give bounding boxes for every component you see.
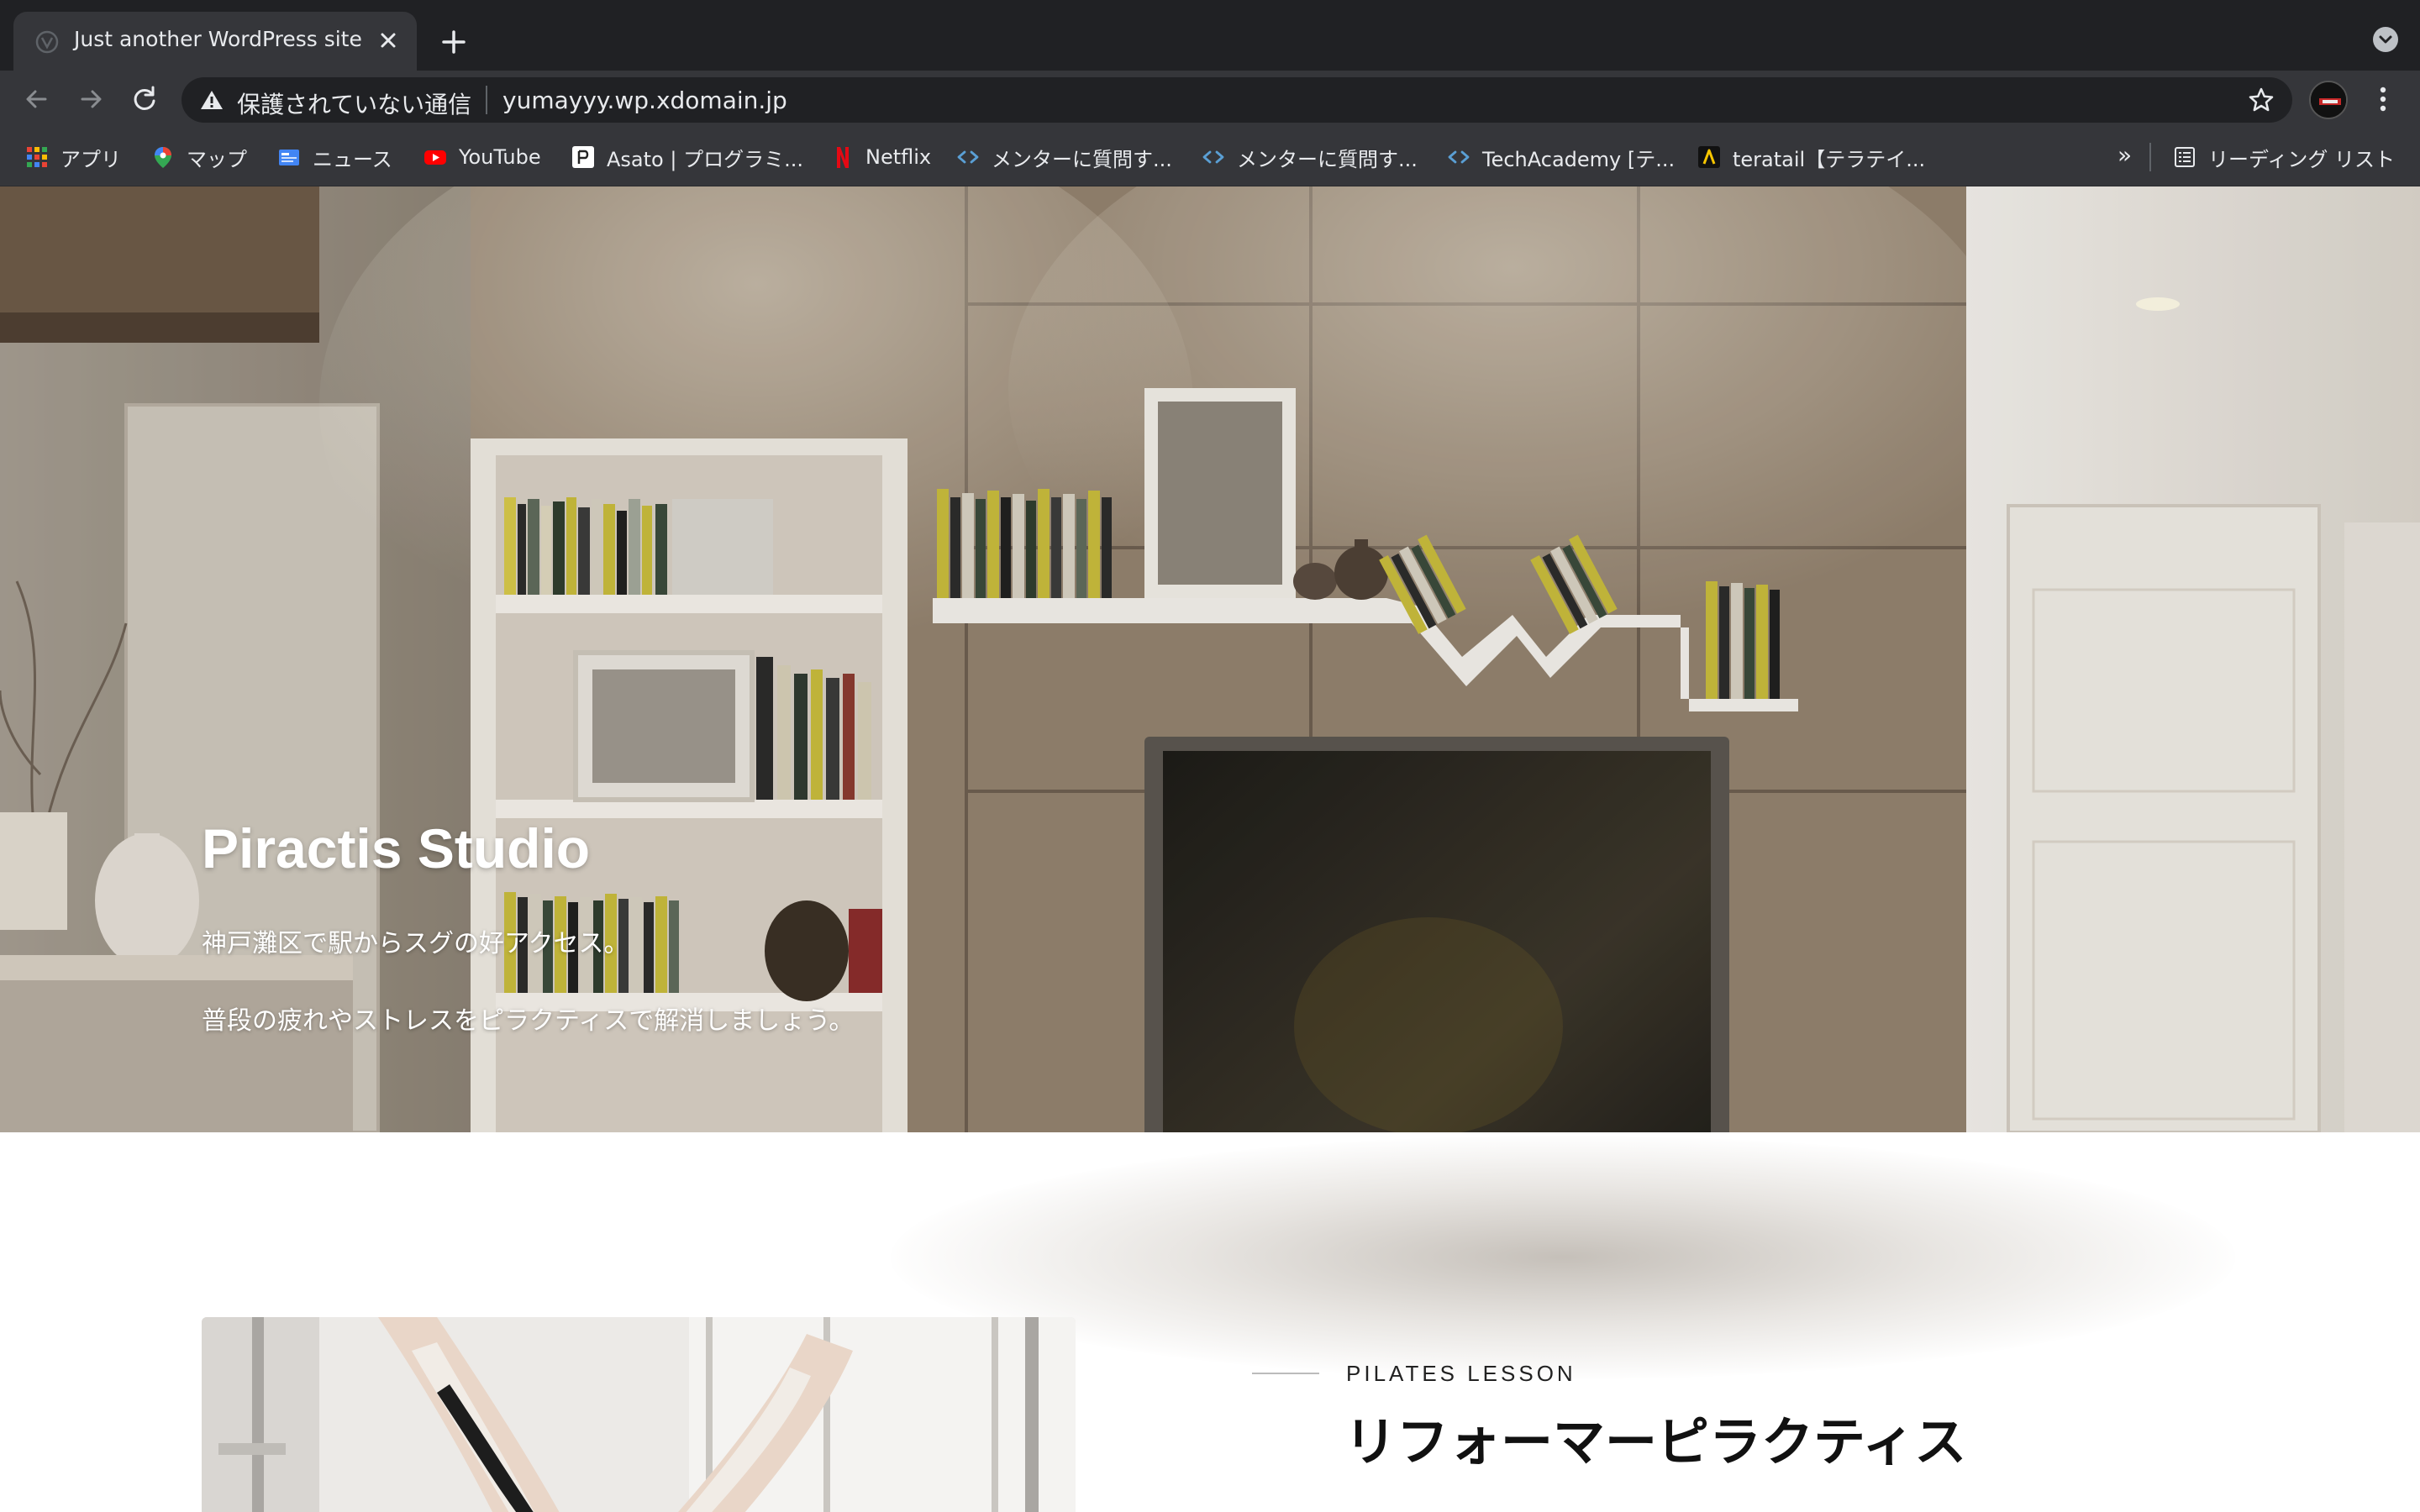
security-status-text[interactable]: 保護されていない通信 — [237, 87, 471, 120]
browser-toolbar: 保護されていない通信 yumayyy.wp.xdomain.jp — [0, 71, 2420, 128]
reading-list-button[interactable]: リーディング リスト — [2173, 141, 2395, 173]
address-bar[interactable]: 保護されていない通信 yumayyy.wp.xdomain.jp — [182, 77, 2292, 123]
reading-list-label: リーディング リスト — [2208, 147, 2395, 171]
bookmark-mentor-2[interactable]: メンターに質問す... — [1202, 141, 1418, 173]
hero-subtitle-line-1: 神戸灘区で駅からスグの好アクセス。 — [202, 929, 629, 958]
code-icon — [1448, 150, 1470, 164]
tab-search-icon[interactable] — [2373, 27, 2398, 52]
forward-arrow-icon[interactable] — [74, 82, 108, 116]
new-tab-icon[interactable] — [437, 25, 471, 59]
maps-pin-icon — [155, 147, 171, 168]
apps-grid-icon — [27, 147, 47, 167]
pilates-photo-image — [202, 1317, 1076, 1512]
back-arrow-icon[interactable] — [20, 82, 54, 116]
close-tab-icon[interactable] — [373, 25, 403, 55]
url-separator — [486, 86, 487, 114]
profile-avatar[interactable] — [2309, 81, 2348, 119]
bookmark-maps[interactable]: マップ — [151, 141, 247, 173]
more-bookmarks-chevron[interactable]: » — [2118, 141, 2132, 169]
not-secure-warning-icon[interactable] — [200, 89, 224, 111]
bookmark-label: TechAcademy [テ... — [1482, 147, 1676, 171]
bookmark-label: teratail【テラテイ... — [1733, 147, 1926, 171]
code-icon — [957, 150, 979, 164]
site-favicon-icon — [35, 30, 59, 54]
browser-tab[interactable]: Just another WordPress site — [13, 12, 417, 71]
bookmark-asato[interactable]: Asato | プログラミ... — [571, 141, 803, 173]
bookmark-label: メンターに質問す... — [1237, 147, 1418, 171]
reload-icon[interactable] — [128, 82, 161, 116]
bookmark-netflix[interactable]: Netflix — [830, 141, 931, 173]
bookmark-techacademy[interactable]: TechAcademy [テ... — [1447, 141, 1675, 173]
youtube-icon — [424, 150, 446, 165]
bookmark-label: YouTube — [459, 145, 541, 169]
more-menu-icon[interactable] — [2371, 82, 2395, 116]
teratail-icon — [1698, 146, 1720, 168]
hero-subtitle-line-2: 普段の疲れやストレスをピラクティスで解消しましょう。 — [202, 1006, 855, 1036]
bookmark-news[interactable]: ニュース — [277, 141, 392, 173]
tab-strip: Just another WordPress site — [0, 0, 2420, 71]
decorative-blur-shape — [891, 1136, 2235, 1379]
news-icon — [279, 150, 299, 165]
reading-list-icon — [2175, 147, 2195, 167]
bookmark-mentor-1[interactable]: メンターに質問す... — [956, 141, 1172, 173]
url-text[interactable]: yumayyy.wp.xdomain.jp — [502, 87, 787, 114]
bookmark-label: メンターに質問す... — [992, 147, 1172, 171]
lesson-photo — [202, 1317, 1076, 1512]
code-icon — [1202, 150, 1224, 164]
hero-title: Piractis Studio — [202, 817, 591, 879]
bookmark-label: マップ — [187, 147, 247, 171]
hero-section: Piractis Studio 神戸灘区で駅からスグの好アクセス。 普段の疲れや… — [0, 186, 2420, 1132]
tab-title: Just another WordPress site — [74, 27, 362, 51]
bookmark-star-icon[interactable] — [2247, 86, 2275, 114]
web-page: Piractis Studio 神戸灘区で駅からスグの好アクセス。 普段の疲れや… — [0, 186, 2420, 1512]
asato-icon — [572, 146, 594, 168]
hero-background-image — [0, 186, 2420, 1132]
bookmark-label: ニュース — [313, 147, 392, 171]
bookmark-label: Asato | プログラミ... — [607, 147, 803, 171]
bookmark-label: Netflix — [865, 145, 932, 169]
netflix-icon — [837, 147, 849, 168]
bookmarks-bar: アプリ マップ ニュース YouTube Asato | プログラミ... Ne… — [0, 128, 2420, 186]
bookmark-youtube[interactable]: YouTube — [424, 141, 541, 173]
bookmark-teratail[interactable]: teratail【テラテイ... — [1697, 141, 1925, 173]
bookmarks-divider — [2149, 143, 2151, 171]
bookmark-apps[interactable]: アプリ — [25, 141, 121, 173]
lesson-category-label: PILATES LESSON — [1346, 1361, 1576, 1386]
lesson-label-line — [1252, 1373, 1319, 1374]
lesson-heading: リフォーマーピラクティス — [1344, 1411, 1967, 1473]
bookmark-label: アプリ — [60, 147, 121, 171]
